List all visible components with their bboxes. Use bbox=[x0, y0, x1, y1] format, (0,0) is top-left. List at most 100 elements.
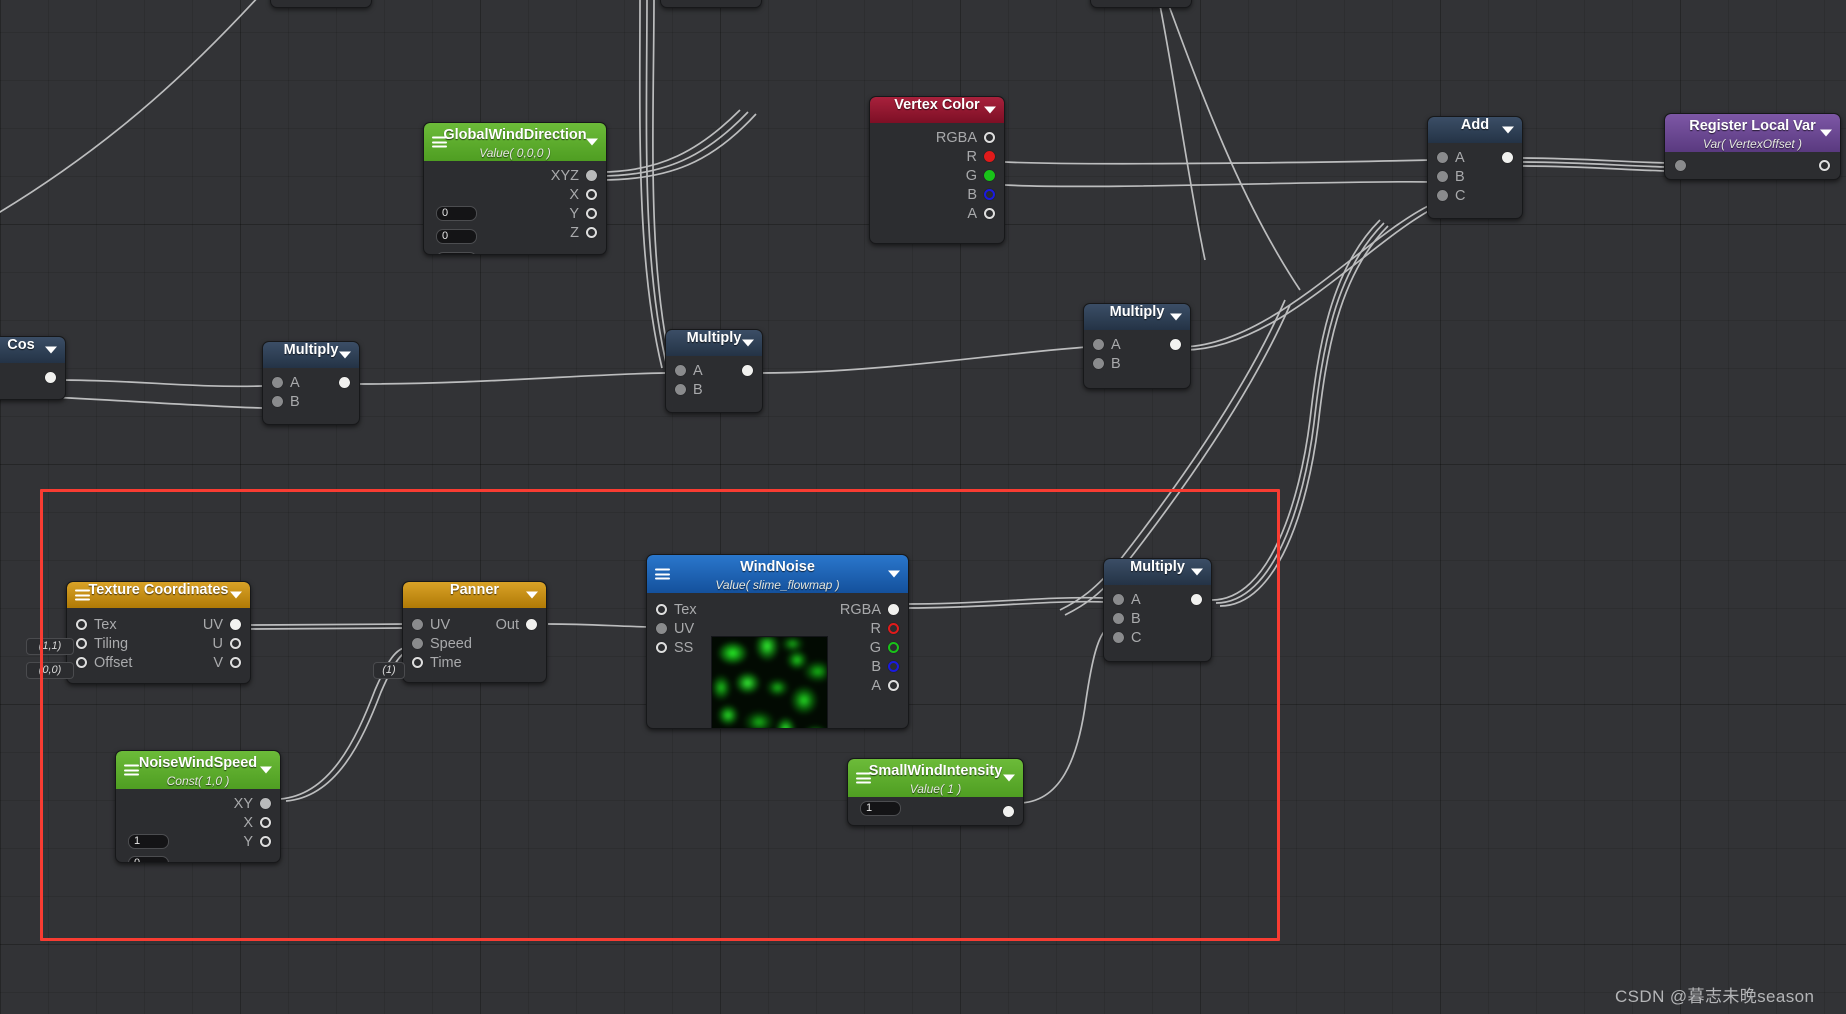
input-port-tiling[interactable] bbox=[76, 638, 87, 649]
port-row[interactable]: Tiling U bbox=[67, 634, 250, 653]
output-port-out[interactable] bbox=[1191, 594, 1202, 605]
output-port-out[interactable] bbox=[526, 619, 537, 630]
port-row[interactable]: Tex UV bbox=[67, 615, 250, 634]
chevron-down-icon[interactable] bbox=[1820, 129, 1832, 137]
node-header[interactable]: Panner bbox=[403, 582, 546, 608]
output-port-b[interactable] bbox=[984, 189, 995, 200]
output-port-v[interactable] bbox=[230, 657, 241, 668]
chevron-down-icon[interactable] bbox=[1502, 126, 1514, 134]
output-port-out[interactable] bbox=[45, 372, 56, 383]
input-port-time[interactable] bbox=[412, 657, 423, 668]
output-port-r[interactable] bbox=[888, 623, 899, 634]
input-port-row[interactable]: B bbox=[263, 392, 359, 411]
output-port-out[interactable] bbox=[742, 365, 753, 376]
output-port-row[interactable] bbox=[666, 361, 762, 380]
output-port-row[interactable] bbox=[0, 368, 65, 387]
chevron-down-icon[interactable] bbox=[526, 591, 538, 599]
output-port-a[interactable] bbox=[888, 680, 899, 691]
input-port-uv[interactable] bbox=[412, 619, 423, 630]
output-port-out[interactable] bbox=[1170, 339, 1181, 350]
node-multiply-left[interactable]: Multiply A B bbox=[262, 341, 360, 425]
output-port-y[interactable] bbox=[586, 208, 597, 219]
output-port-u[interactable] bbox=[230, 638, 241, 649]
value-field-x[interactable]: 0 bbox=[436, 206, 477, 221]
output-port-row[interactable]: X bbox=[424, 185, 606, 204]
output-port-row[interactable]: R bbox=[870, 147, 1004, 166]
input-port-row[interactable]: B bbox=[1084, 354, 1190, 373]
node-multiply-mid[interactable]: Multiply A B bbox=[665, 329, 763, 413]
node-multiply-lower-right[interactable]: Multiply A B C bbox=[1103, 558, 1212, 662]
output-port-row[interactable]: X bbox=[116, 813, 280, 832]
chevron-down-icon[interactable] bbox=[1170, 313, 1182, 321]
input-port-row[interactable]: C bbox=[1104, 628, 1211, 647]
output-port-uv[interactable] bbox=[230, 619, 241, 630]
output-port-row[interactable] bbox=[263, 373, 359, 392]
value-field-x[interactable]: 1 bbox=[128, 834, 169, 849]
node-header[interactable]: GlobalWindDirection Value( 0,0,0 ) bbox=[424, 123, 606, 161]
node-header[interactable]: Multiply bbox=[263, 342, 359, 368]
chevron-down-icon[interactable] bbox=[1003, 774, 1015, 782]
node-global-wind-direction[interactable]: GlobalWindDirection Value( 0,0,0 ) XYZ X… bbox=[423, 122, 607, 255]
chevron-down-icon[interactable] bbox=[45, 346, 57, 354]
output-port-g[interactable] bbox=[984, 170, 995, 181]
output-port-z[interactable] bbox=[586, 227, 597, 238]
input-port-b[interactable] bbox=[1113, 613, 1124, 624]
output-port-a[interactable] bbox=[984, 208, 995, 219]
node-small-wind-intensity[interactable]: SmallWindIntensity Value( 1 ) 1 bbox=[847, 758, 1024, 826]
output-port-row[interactable]: G bbox=[870, 166, 1004, 185]
port-row[interactable]: Offset V bbox=[67, 653, 250, 672]
node-vertex-color[interactable]: Vertex Color RGBA R G B A bbox=[869, 96, 1005, 244]
input-port-offset[interactable] bbox=[76, 657, 87, 668]
node-header[interactable]: WindNoise Value( slime_flowmap ) bbox=[647, 555, 908, 593]
output-port-x[interactable] bbox=[260, 817, 271, 828]
input-port-c[interactable] bbox=[1113, 632, 1124, 643]
output-port-g[interactable] bbox=[888, 642, 899, 653]
value-field-value[interactable]: 1 bbox=[860, 801, 901, 816]
chevron-down-icon[interactable] bbox=[984, 106, 996, 114]
chevron-down-icon[interactable] bbox=[260, 766, 272, 774]
output-port-row[interactable] bbox=[1428, 148, 1522, 167]
node-multiply-upper-right[interactable]: Multiply A B bbox=[1083, 303, 1191, 389]
output-port-row[interactable]: RGBA bbox=[870, 128, 1004, 147]
texture-preview[interactable]: Select bbox=[711, 636, 828, 728]
output-port-row[interactable] bbox=[1084, 335, 1190, 354]
offscreen-node-stub-2[interactable] bbox=[660, 0, 762, 8]
node-header[interactable]: NoiseWindSpeed Const( 1,0 ) bbox=[116, 751, 280, 789]
input-port-c[interactable] bbox=[1437, 190, 1448, 201]
input-port-tex[interactable] bbox=[76, 619, 87, 630]
output-port-xy[interactable] bbox=[260, 798, 271, 809]
node-header[interactable]: Multiply bbox=[1084, 304, 1190, 330]
node-header[interactable]: Register Local Var Var( VertexOffset ) bbox=[1665, 114, 1840, 152]
input-port-in[interactable] bbox=[1675, 160, 1686, 171]
node-graph-canvas[interactable]: GlobalWindDirection Value( 0,0,0 ) XYZ X… bbox=[0, 0, 1846, 1014]
output-port-rgba[interactable] bbox=[984, 132, 995, 143]
value-bubble-offset[interactable]: (0,0) bbox=[26, 662, 74, 679]
input-port-row[interactable]: C bbox=[1428, 186, 1522, 205]
input-port-row[interactable]: B bbox=[1428, 167, 1522, 186]
output-port-xyz[interactable] bbox=[586, 170, 597, 181]
output-port-rgba[interactable] bbox=[888, 604, 899, 615]
node-add[interactable]: Add A B C bbox=[1427, 116, 1523, 219]
port-row[interactable] bbox=[1665, 156, 1840, 175]
node-header[interactable]: Add bbox=[1428, 117, 1522, 143]
value-field-y[interactable]: 0 bbox=[436, 229, 477, 244]
offscreen-node-stub-1[interactable] bbox=[270, 0, 372, 8]
node-register-local-var[interactable]: Register Local Var Var( VertexOffset ) bbox=[1664, 113, 1841, 180]
output-port-row[interactable]: A bbox=[870, 204, 1004, 223]
output-port-b[interactable] bbox=[888, 661, 899, 672]
port-row[interactable]: UV Out bbox=[403, 615, 546, 634]
node-menu-icon[interactable] bbox=[432, 136, 447, 148]
input-port-uv[interactable] bbox=[656, 623, 667, 634]
input-port-speed[interactable] bbox=[412, 638, 423, 649]
value-bubble-tiling[interactable]: (1,1) bbox=[26, 638, 74, 655]
value-field-y[interactable]: 0 bbox=[128, 856, 169, 862]
port-row[interactable]: Tex RGBA bbox=[647, 600, 908, 619]
output-port-out[interactable] bbox=[339, 377, 350, 388]
offscreen-node-stub-3[interactable] bbox=[1090, 0, 1192, 8]
chevron-down-icon[interactable] bbox=[230, 591, 242, 599]
value-field-z[interactable]: 0 bbox=[436, 252, 477, 254]
output-port-out[interactable] bbox=[1502, 152, 1513, 163]
input-port-b[interactable] bbox=[1093, 358, 1104, 369]
input-port-tex[interactable] bbox=[656, 604, 667, 615]
input-port-row[interactable]: Time bbox=[403, 653, 546, 672]
